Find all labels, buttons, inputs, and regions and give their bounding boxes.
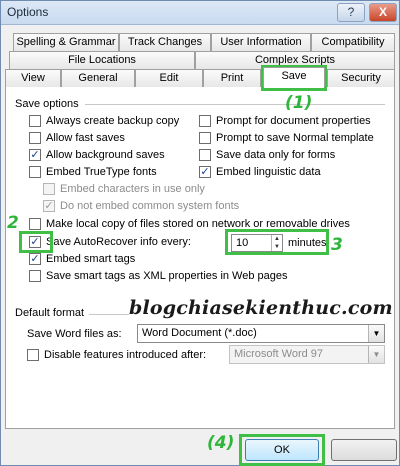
save-word-files-label: Save Word files as: (27, 328, 122, 340)
save-word-files-select[interactable]: Word Document (*.doc) ▼ (137, 324, 385, 343)
checkbox-box[interactable] (27, 349, 39, 361)
save-autorecover-checkbox[interactable]: ✓ Save AutoRecover info every: (29, 236, 191, 248)
prompt-document-properties-checkbox[interactable]: Prompt for document properties (199, 115, 371, 127)
close-button[interactable]: X (369, 3, 397, 22)
prompt-save-normal-checkbox[interactable]: Prompt to save Normal template (199, 132, 374, 144)
default-format-heading: Default format (15, 307, 85, 319)
checkbox-box[interactable] (29, 132, 41, 144)
checkbox-box[interactable] (199, 132, 211, 144)
save-options-heading: Save options (15, 98, 79, 110)
tab-view[interactable]: View (5, 69, 61, 87)
embed-characters-checkbox: Embed characters in use only (43, 183, 205, 195)
checkbox-box[interactable] (199, 115, 211, 127)
always-backup-checkbox[interactable]: Always create backup copy (29, 115, 179, 127)
dropdown-arrow-icon: ▼ (368, 346, 384, 363)
allow-fast-saves-checkbox[interactable]: Allow fast saves (29, 132, 125, 144)
embed-truetype-checkbox[interactable]: Embed TrueType fonts (29, 166, 157, 178)
dropdown-arrow-icon[interactable]: ▼ (368, 325, 384, 342)
annotation-4: (4) (207, 433, 235, 453)
checkbox-box[interactable]: ✓ (29, 253, 41, 265)
checkbox-box[interactable] (29, 115, 41, 127)
annotation-1: (1) (285, 93, 313, 113)
checkbox-box[interactable]: ✓ (199, 166, 211, 178)
checkbox-box[interactable]: ✓ (29, 149, 41, 161)
tab-print[interactable]: Print (203, 69, 261, 87)
checkbox-box[interactable] (29, 270, 41, 282)
checkbox-box[interactable] (29, 166, 41, 178)
annotation-3: 3 (331, 235, 343, 255)
smart-tags-xml-checkbox[interactable]: Save smart tags as XML properties in Web… (29, 270, 288, 282)
tab-user-information[interactable]: User Information (211, 33, 311, 51)
cancel-button[interactable] (331, 439, 397, 461)
ok-button-highlight (239, 434, 325, 466)
title-bar: Options ? X (1, 1, 399, 25)
group-divider (89, 314, 129, 315)
group-divider (85, 104, 385, 105)
do-not-embed-system-fonts-checkbox: ✓ Do not embed common system fonts (43, 200, 240, 212)
tab-compatibility[interactable]: Compatibility (311, 33, 395, 51)
checkbox-box[interactable] (29, 218, 41, 230)
autorecover-highlight (19, 231, 53, 253)
window-title: Options (7, 5, 49, 19)
tab-save[interactable]: Save (263, 67, 325, 87)
embed-linguistic-data-checkbox[interactable]: ✓ Embed linguistic data (199, 166, 321, 178)
options-dialog: Options ? X Spelling & Grammar Track Cha… (0, 0, 400, 466)
watermark-text: blogchiasekienthuc.com (129, 297, 393, 319)
embed-smart-tags-checkbox[interactable]: ✓ Embed smart tags (29, 253, 135, 265)
checkbox-box (43, 183, 55, 195)
disable-features-select: Microsoft Word 97 ▼ (229, 345, 385, 364)
tab-general[interactable]: General (61, 69, 135, 87)
tab-security[interactable]: Security (327, 69, 395, 87)
tab-track-changes[interactable]: Track Changes (119, 33, 211, 51)
checkbox-box: ✓ (43, 200, 55, 212)
minutes-highlight (225, 229, 329, 255)
disable-features-checkbox[interactable]: Disable features introduced after: (27, 349, 206, 361)
checkbox-box[interactable] (199, 149, 211, 161)
allow-background-saves-checkbox[interactable]: ✓ Allow background saves (29, 149, 165, 161)
help-button[interactable]: ? (337, 3, 365, 22)
tab-spelling-grammar[interactable]: Spelling & Grammar (13, 33, 119, 51)
annotation-2: 2 (7, 213, 19, 233)
tab-edit[interactable]: Edit (135, 69, 203, 87)
tab-file-locations[interactable]: File Locations (9, 51, 195, 69)
save-data-forms-checkbox[interactable]: Save data only for forms (199, 149, 335, 161)
